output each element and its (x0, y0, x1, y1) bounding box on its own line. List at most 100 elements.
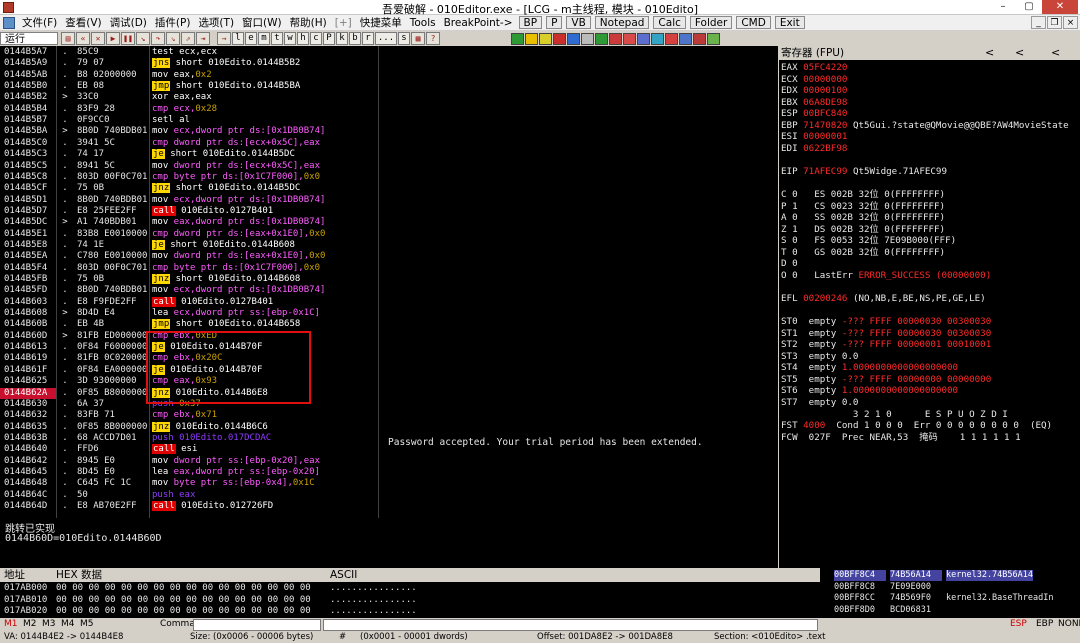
tool-l[interactable]: l (232, 32, 244, 45)
pause-icon[interactable]: ❚❚ (121, 32, 135, 45)
register-line[interactable]: EFL 00200246 (NO,NB,E,BE,NS,PE,GE,LE) (781, 293, 986, 305)
m4-button[interactable]: M4 (61, 619, 75, 629)
menu-tools[interactable]: Tools (406, 16, 440, 30)
register-line[interactable]: EDX 00000100 (781, 85, 847, 97)
tool-h[interactable]: h (297, 32, 309, 45)
none-button[interactable]: NONE (1058, 619, 1080, 629)
mdi-close-button[interactable]: × (1063, 16, 1078, 29)
menu-plugins[interactable]: 插件(P) (151, 16, 195, 30)
register-line[interactable]: EBP 71470820 Qt5Gui.?state@QMovie@@QBE?A… (781, 120, 1069, 132)
register-line[interactable]: ST1 empty -??? FFFF 00000030 00300030 (781, 328, 991, 340)
color-plugin-icon-5[interactable] (567, 32, 580, 45)
stack-pane[interactable]: 00BFF8C4 74B56A14 kernel32.74B56A14 00BFF8C… (820, 568, 1080, 618)
register-line[interactable]: ECX 00000000 (781, 74, 847, 86)
register-value[interactable]: 00200246 (803, 293, 847, 304)
menu-p-button[interactable]: P (546, 16, 563, 29)
menu-folder-button[interactable]: Folder (689, 16, 733, 29)
register-line[interactable]: ST6 empty 1.0000000000000000000 (781, 385, 958, 397)
register-value[interactable]: 0622BF98 (803, 143, 847, 154)
m2-button[interactable]: M2 (23, 619, 37, 629)
open-icon[interactable]: ▤ (61, 32, 75, 45)
ebp-button[interactable]: EBP (1036, 619, 1053, 629)
color-plugin-icon-3[interactable] (539, 32, 552, 45)
mdi-restore-button[interactable]: ❐ (1047, 16, 1062, 29)
color-plugin-icon-6[interactable] (581, 32, 594, 45)
register-line[interactable]: FCW 027F Prec NEAR,53 掩码 1 1 1 1 1 1 (781, 432, 1021, 444)
tool-p[interactable]: P (323, 32, 335, 45)
m3-button[interactable]: M3 (42, 619, 56, 629)
registers-pane[interactable]: 寄存器 (FPU) < < < EAX 05FC4220 ECX 00000000… (779, 46, 1080, 568)
menu-plus[interactable]: [+] (331, 16, 356, 30)
menu-exit-button[interactable]: Exit (774, 16, 805, 29)
color-plugin-icon-10[interactable] (637, 32, 650, 45)
register-value[interactable]: 05FC4220 (803, 62, 847, 73)
color-plugin-icon-2[interactable] (525, 32, 538, 45)
menu-vb-button[interactable]: VB (566, 16, 591, 29)
register-line[interactable]: S 0 FS 0053 32位 7E09B000(FFF) (781, 235, 956, 247)
step-over-icon[interactable]: ↷ (151, 32, 165, 45)
register-line[interactable]: ST0 empty -??? FFFF 00000030 00300030 (781, 316, 991, 328)
esp-button[interactable]: ESP (1010, 619, 1027, 629)
color-plugin-icon-9[interactable] (623, 32, 636, 45)
tool-t[interactable]: t (271, 32, 283, 45)
reg-left-arrow-icon[interactable]: < (985, 46, 994, 60)
menu-shortcuts[interactable]: 快捷菜单 (356, 16, 406, 30)
tool-e[interactable]: e (245, 32, 257, 45)
dump-pane[interactable]: 017AB000 00 00 00 00 00 00 00 00 00 00 00… (0, 582, 820, 618)
color-plugin-icon-8[interactable] (609, 32, 622, 45)
menu-window[interactable]: 窗口(W) (238, 16, 286, 30)
color-plugin-icon-15[interactable] (707, 32, 720, 45)
register-value[interactable]: 00BFC840 (803, 108, 847, 119)
menu-file[interactable]: 文件(F) (18, 16, 61, 30)
register-line[interactable]: FST 4000 Cond 1 0 0 0 Err 0 0 0 0 0 0 0 … (781, 420, 1052, 432)
register-line[interactable]: ESP 00BFC840 (781, 108, 847, 120)
tool-w[interactable]: w (284, 32, 296, 45)
color-plugin-icon-12[interactable] (665, 32, 678, 45)
register-line[interactable]: ST2 empty -??? FFFF 00000001 00010001 (781, 339, 991, 351)
register-line[interactable]: O 0 LastErr ERROR_SUCCESS (00000000) (781, 270, 991, 282)
tool-b[interactable]: b (349, 32, 361, 45)
menu-view[interactable]: 查看(V) (61, 16, 105, 30)
menu-calc-button[interactable]: Calc (653, 16, 686, 29)
register-value[interactable]: 4000 (803, 420, 825, 431)
color-plugin-icon-1[interactable] (511, 32, 524, 45)
reg-left-arrow2-icon[interactable]: < (1015, 46, 1024, 60)
color-plugin-icon-4[interactable] (553, 32, 566, 45)
trace-into-icon[interactable]: ⇘ (166, 32, 180, 45)
restart-icon[interactable]: « (76, 32, 90, 45)
menu-cmd-button[interactable]: CMD (736, 16, 771, 29)
register-line[interactable]: ST4 empty 1.0000000000000000000 (781, 362, 958, 374)
color-plugin-icon-7[interactable] (595, 32, 608, 45)
step-into-icon[interactable]: ↘ (136, 32, 150, 45)
tool-m[interactable]: m (258, 32, 270, 45)
register-line[interactable]: EIP 71AFEC99 Qt5Widge.71AFEC99 (781, 166, 947, 178)
register-line[interactable]: P 1 CS 0023 32位 0(FFFFFFFF) (781, 201, 945, 213)
register-value[interactable]: 00000000 (803, 74, 847, 85)
m5-button[interactable]: M5 (80, 619, 94, 629)
close-button[interactable]: ✕ (1042, 0, 1078, 14)
register-line[interactable]: ST7 empty 0.0 (781, 397, 858, 409)
tool-c[interactable]: c (310, 32, 322, 45)
execute-till-return-icon[interactable]: ⇥ (196, 32, 210, 45)
register-value[interactable]: 71470820 (803, 120, 847, 131)
register-line[interactable]: A 0 SS 002B 32位 0(FFFFFFFF) (781, 212, 945, 224)
run-icon[interactable]: ▶ (106, 32, 120, 45)
goto-icon[interactable]: → (217, 32, 231, 45)
menu-debug[interactable]: 调试(D) (106, 16, 151, 30)
close-process-icon[interactable]: ✕ (91, 32, 105, 45)
menu-options[interactable]: 选项(T) (194, 16, 238, 30)
grid-icon[interactable]: ▦ (411, 32, 425, 45)
color-plugin-icon-11[interactable] (651, 32, 664, 45)
command-history[interactable] (323, 619, 818, 631)
command-input[interactable] (193, 619, 321, 631)
minimize-button[interactable]: – (990, 0, 1016, 14)
maximize-button[interactable]: ▢ (1016, 0, 1042, 14)
help-icon[interactable]: ? (426, 32, 440, 45)
menu-help[interactable]: 帮助(H) (286, 16, 331, 30)
register-line[interactable]: C 0 ES 002B 32位 0(FFFFFFFF) (781, 189, 945, 201)
register-value[interactable]: 71AFEC99 (803, 166, 847, 177)
menu-notepad-button[interactable]: Notepad (594, 16, 650, 29)
color-plugin-icon-14[interactable] (693, 32, 706, 45)
reg-right-arrow-icon[interactable]: < (1051, 46, 1060, 60)
register-line[interactable]: D 0 (781, 258, 803, 270)
